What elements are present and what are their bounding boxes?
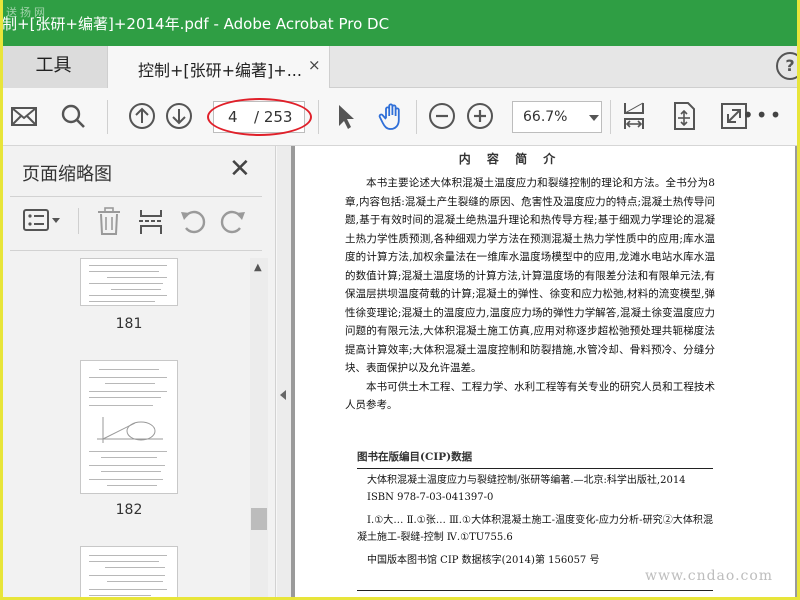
cip-rule — [357, 590, 713, 591]
previous-page-icon[interactable] — [126, 100, 158, 132]
document-view[interactable]: 内 容 简 介 本书主要论述大体积混凝土温度应力和裂缝控制的理论和方法。全书分为… — [291, 146, 797, 600]
collapse-left-icon[interactable] — [280, 390, 286, 400]
extract-pages-icon[interactable] — [136, 206, 166, 236]
email-icon[interactable] — [8, 100, 40, 132]
scroll-up-icon[interactable]: ▲ — [254, 262, 262, 273]
title-bar: 送扬网 制+[张研+编著]+2014年.pdf - Adobe Acrobat … — [0, 0, 800, 46]
scrollbar-thumb[interactable] — [251, 508, 267, 530]
window-title: 制+[张研+编著]+2014年.pdf - Adobe Acrobat Pro … — [2, 15, 390, 33]
cip-body: 大体积混凝土温度应力与裂缝控制/张研等编著.—北京:科学出版社,2014 ISB… — [357, 472, 713, 569]
cip-heading: 图书在版编目(CIP)数据 — [357, 451, 473, 463]
thumbnail-page-number: 182 — [115, 502, 143, 518]
rotate-left-icon[interactable] — [178, 206, 208, 236]
more-options-icon[interactable]: ••• — [742, 105, 783, 125]
panel-divider — [10, 250, 262, 251]
chevron-down-icon — [589, 115, 599, 121]
search-icon[interactable] — [57, 100, 89, 132]
tab-close-icon[interactable]: × — [308, 56, 321, 74]
fit-page-icon[interactable] — [668, 100, 700, 132]
hand-tool-icon[interactable] — [376, 100, 408, 132]
pdf-page: 内 容 简 介 本书主要论述大体积混凝土温度应力和裂缝控制的理论和方法。全书分为… — [295, 146, 795, 600]
trash-icon[interactable] — [94, 206, 124, 236]
toolbar-separator — [318, 100, 319, 134]
fit-width-icon[interactable] — [618, 100, 650, 132]
thumbnail-page[interactable] — [80, 258, 178, 306]
panel-divider — [10, 196, 262, 197]
panel-close-icon[interactable]: ✕ — [229, 154, 251, 184]
toolbar: 4 / 253 66.7% ••• — [0, 88, 800, 146]
cip-line: 大体积混凝土温度应力与裂缝控制/张研等编著.—北京:科学出版社,2014 — [367, 475, 686, 486]
page-thumbnails-panel: 页面缩略图 ✕ 181 182 ▲ — [0, 146, 276, 600]
tab-document-label: 控制+[张研+编著]+... — [138, 61, 302, 80]
panel-collapse-strip[interactable] — [277, 146, 291, 600]
rotate-right-icon[interactable] — [218, 206, 248, 236]
thumbnail-figure — [97, 417, 163, 443]
select-cursor-icon[interactable] — [330, 100, 362, 132]
doc-paragraph: 本书主要论述大体积混凝土温度应力和裂缝控制的理论和方法。全书分为8章,内容包括:… — [345, 177, 715, 374]
site-watermark: www.cndao.com — [645, 568, 774, 584]
help-icon[interactable]: ? — [776, 52, 800, 80]
zoom-value: 66.7% — [523, 109, 568, 125]
panel-title: 页面缩略图 — [22, 164, 112, 185]
thumbnail-page[interactable] — [80, 360, 178, 494]
thumbnail-scrollbar[interactable]: ▲ — [250, 258, 268, 600]
toolbar-separator — [610, 100, 611, 134]
toolbar-separator — [416, 100, 417, 134]
next-page-icon[interactable] — [163, 100, 195, 132]
zoom-out-icon[interactable] — [426, 100, 458, 132]
thumbnail-page-number: 181 — [115, 316, 143, 332]
zoom-dropdown[interactable]: 66.7% — [512, 101, 602, 133]
zoom-in-icon[interactable] — [464, 100, 496, 132]
doc-body: 本书主要论述大体积混凝土温度应力和裂缝控制的理论和方法。全书分为8章,内容包括:… — [345, 174, 715, 415]
cip-line: Ⅰ.①大… Ⅱ.①张… Ⅲ.①大体积混凝土施工-温度变化-应力分析-研究②大体积… — [357, 515, 713, 543]
tab-bar: 工具 控制+[张研+编著]+... × ? — [0, 46, 800, 89]
toolbar-separator — [107, 100, 108, 134]
cip-rule — [357, 468, 713, 469]
highlight-annotation-oval — [207, 98, 312, 136]
options-menu-icon[interactable] — [22, 206, 64, 236]
doc-heading: 内 容 简 介 — [458, 152, 562, 166]
thumbnail-page[interactable] — [80, 546, 178, 600]
panel-toolbar-separator — [78, 208, 79, 234]
doc-paragraph: 本书可供土木工程、工程力学、水利工程等有关专业的研究人员和工程技术人员参考。 — [345, 380, 715, 412]
cip-line: ISBN 978-7-03-041397-0 — [367, 492, 494, 503]
tab-tools[interactable]: 工具 — [0, 46, 108, 88]
tab-document[interactable]: 控制+[张研+编著]+... × — [108, 46, 330, 89]
cip-line: 中国版本图书馆 CIP 数据核字(2014)第 156057 号 — [367, 555, 600, 566]
